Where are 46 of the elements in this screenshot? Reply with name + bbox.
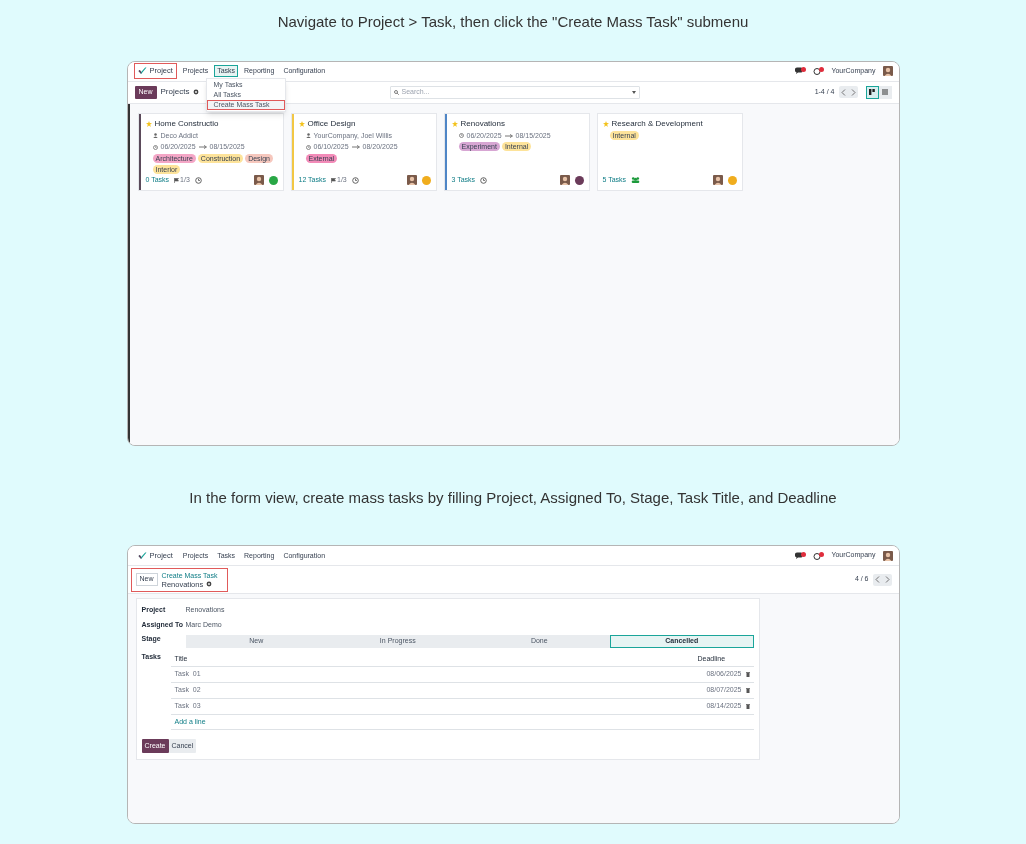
avatar-icon	[559, 175, 570, 186]
project-name: Renovations	[460, 117, 505, 130]
person-icon	[152, 133, 158, 139]
chat-icon[interactable]	[795, 551, 807, 560]
page-title: Projects	[160, 86, 190, 98]
flag-icon	[174, 177, 180, 183]
chat-icon[interactable]	[795, 67, 807, 75]
clock-icon[interactable]	[194, 176, 202, 184]
trash-icon[interactable]	[745, 672, 750, 677]
project-name: Home Constructio	[154, 117, 219, 130]
gear-icon[interactable]	[193, 89, 200, 95]
kanban-view-button[interactable]	[865, 85, 879, 99]
project-name: Office Design	[307, 117, 356, 130]
person-icon	[305, 133, 311, 139]
clock-icon	[305, 144, 311, 150]
avatar-icon	[882, 550, 893, 561]
clock-icon[interactable]	[480, 176, 488, 184]
checkmark-logo-icon	[137, 67, 147, 75]
trash-icon[interactable]	[745, 704, 750, 709]
checkmark-logo-icon	[137, 551, 147, 560]
arrow-icon	[198, 145, 207, 150]
trash-icon[interactable]	[745, 688, 750, 693]
step-caption: In the form view, create mass tasks by filling Project, Assigned To, Stage, Task Title, and Deadline	[189, 487, 837, 508]
clock-icon[interactable]	[351, 176, 359, 184]
project-name: Research & Development	[611, 117, 703, 130]
clock-icon	[458, 133, 464, 139]
avatar-icon	[712, 175, 723, 186]
search-icon	[393, 89, 399, 95]
caret-icon[interactable]	[631, 90, 636, 94]
flag-icon	[331, 177, 336, 183]
arrow-icon	[351, 145, 360, 150]
star-icon[interactable]	[298, 120, 305, 127]
avatar-icon	[406, 175, 417, 186]
arrow-icon	[504, 133, 513, 138]
star-icon[interactable]	[602, 120, 609, 127]
gear-icon[interactable]	[206, 581, 213, 587]
avatar-icon	[882, 66, 893, 76]
star-icon[interactable]	[451, 120, 458, 127]
clock-icon	[152, 144, 158, 150]
avatar-icon	[253, 175, 264, 186]
kanban-icon[interactable]	[869, 89, 875, 95]
people-icon[interactable]	[631, 177, 641, 184]
step-caption: Navigate to Project > Task, then click the "Create Mass Task" submenu	[277, 12, 749, 32]
star-icon[interactable]	[145, 120, 152, 127]
clock-icon[interactable]	[813, 551, 825, 560]
clock-icon[interactable]	[813, 67, 825, 75]
